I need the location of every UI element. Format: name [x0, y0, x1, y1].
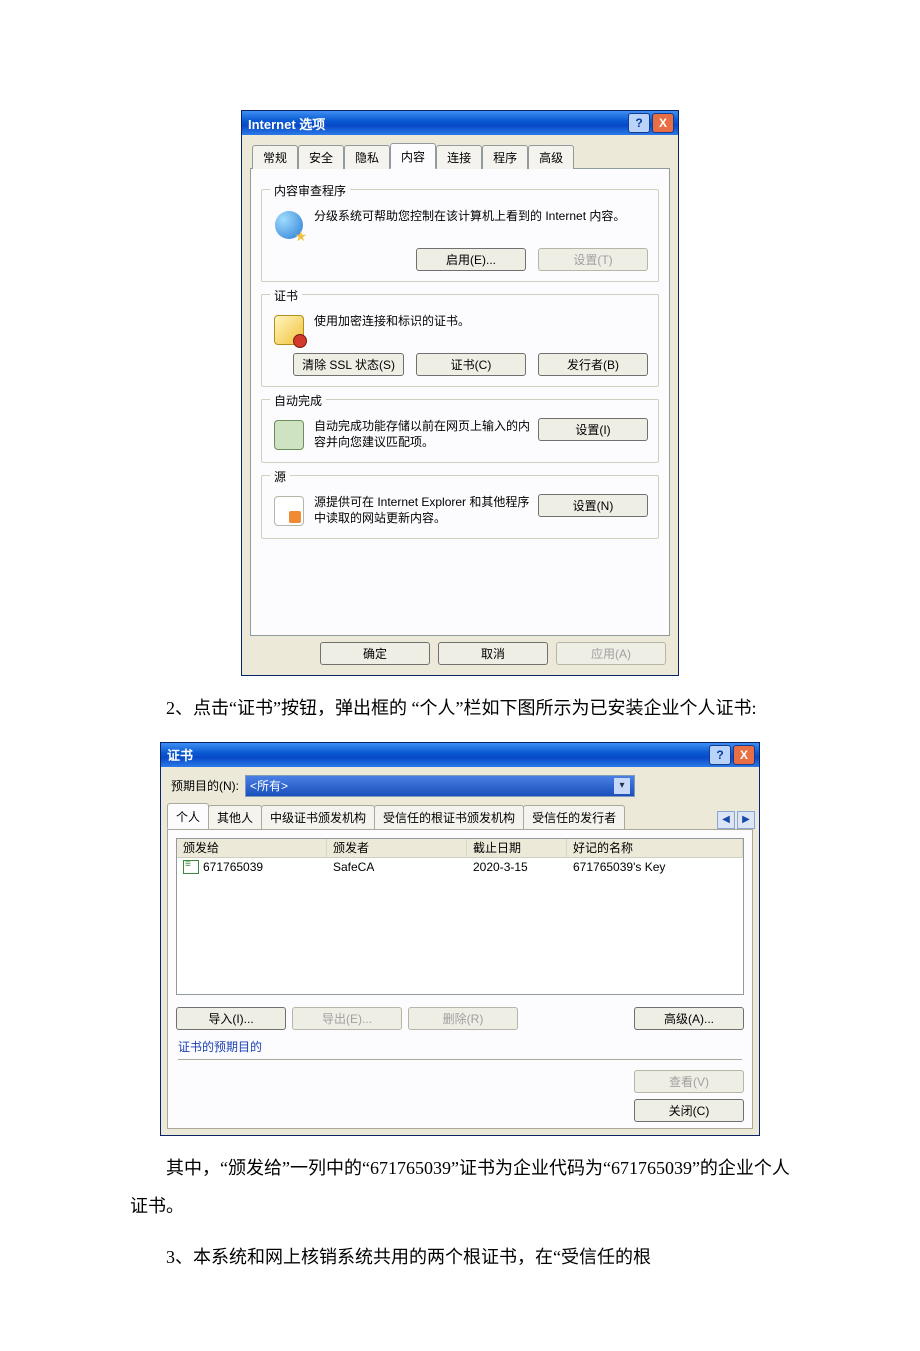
dialog1-title: Internet 选项 [248, 114, 325, 133]
tab-privacy[interactable]: 隐私 [344, 145, 390, 169]
dialog1-titlebar[interactable]: Internet 选项 ? X [242, 111, 678, 135]
tab-programs[interactable]: 程序 [482, 145, 528, 169]
feeds-settings-button[interactable]: 设置(N) [538, 494, 648, 517]
internet-options-dialog: Internet 选项 ? X 常规 安全 隐私 内容 连接 程序 高级 内容审… [241, 110, 679, 676]
autocomplete-legend: 自动完成 [270, 392, 326, 409]
cert-panel: 颁发给 颁发者 截止日期 好记的名称 671765039 SafeCA 2020… [167, 829, 753, 1129]
certificates-dialog: 证书 ? X 预期目的(N): <所有> ▾ 个人 其他人 中级证书颁发机构 受… [160, 742, 760, 1136]
certificate-icon [274, 315, 304, 345]
dialog2-title: 证书 [167, 745, 193, 764]
tab-general[interactable]: 常规 [252, 145, 298, 169]
advanced-button[interactable]: 高级(A)... [634, 1007, 744, 1030]
clear-ssl-button[interactable]: 清除 SSL 状态(S) [293, 353, 404, 376]
cert-tabs: 个人 其他人 中级证书颁发机构 受信任的根证书颁发机构 受信任的发行者 ◀ ▶ [161, 803, 759, 829]
cert-tab-intermediate[interactable]: 中级证书颁发机构 [261, 805, 375, 829]
certificates-legend: 证书 [270, 287, 302, 304]
col-issuer[interactable]: 颁发者 [327, 839, 467, 857]
feeds-group: 源 源提供可在 Internet Explorer 和其他程序中读取的网站更新内… [261, 475, 659, 539]
tab-security[interactable]: 安全 [298, 145, 344, 169]
cert-list-row[interactable]: 671765039 SafeCA 2020-3-15 671765039's K… [177, 858, 743, 876]
feeds-legend: 源 [270, 468, 290, 485]
tab-advanced[interactable]: 高级 [528, 145, 574, 169]
import-button[interactable]: 导入(I)... [176, 1007, 286, 1030]
col-expiry[interactable]: 截止日期 [467, 839, 567, 857]
purpose-row: 预期目的(N): <所有> ▾ [161, 767, 759, 801]
content-tabpage: 内容审查程序 分级系统可帮助您控制在该计算机上看到的 Internet 内容。 … [250, 168, 670, 636]
chevron-down-icon: ▾ [614, 778, 630, 794]
cell-issuer: SafeCA [327, 858, 467, 876]
cell-issued-to: 671765039 [203, 860, 263, 874]
globe-icon [275, 211, 303, 239]
feeds-desc: 源提供可在 Internet Explorer 和其他程序中读取的网站更新内容。 [314, 494, 530, 526]
autocomplete-desc: 自动完成功能存储以前在网页上输入的内容并向您建议匹配项。 [314, 418, 530, 450]
cert-tab-others[interactable]: 其他人 [208, 805, 262, 829]
close-button[interactable]: X [652, 113, 674, 133]
autocomplete-settings-button[interactable]: 设置(I) [538, 418, 648, 441]
content-advisor-desc: 分级系统可帮助您控制在该计算机上看到的 Internet 内容。 [314, 208, 648, 224]
dialog1-footer: 确定 取消 应用(A) [250, 636, 670, 667]
content-advisor-legend: 内容审查程序 [270, 182, 350, 199]
cell-expiry: 2020-3-15 [467, 858, 567, 876]
certificates-desc: 使用加密连接和标识的证书。 [314, 313, 648, 329]
apply-button: 应用(A) [556, 642, 666, 665]
col-friendly-name[interactable]: 好记的名称 [567, 839, 743, 857]
publishers-button[interactable]: 发行者(B) [538, 353, 648, 376]
enable-button[interactable]: 启用(E)... [416, 248, 526, 271]
close-dialog-button[interactable]: 关闭(C) [634, 1099, 744, 1122]
remove-button: 删除(R) [408, 1007, 518, 1030]
purpose-combo[interactable]: <所有> ▾ [245, 775, 635, 797]
view-button: 查看(V) [634, 1070, 744, 1093]
narrative-3: 3、本系统和网上核销系统共用的两个根证书，在“受信任的根 [130, 1239, 790, 1277]
help-button[interactable]: ? [628, 113, 650, 133]
autocomplete-group: 自动完成 自动完成功能存储以前在网页上输入的内容并向您建议匹配项。 设置(I) [261, 399, 659, 463]
cert-row-icon [183, 860, 199, 874]
cert-list-header: 颁发给 颁发者 截止日期 好记的名称 [177, 839, 743, 858]
ok-button[interactable]: 确定 [320, 642, 430, 665]
rss-icon [274, 496, 304, 526]
dialog2-close-button[interactable]: X [733, 745, 755, 765]
content-advisor-group: 内容审查程序 分级系统可帮助您控制在该计算机上看到的 Internet 内容。 … [261, 189, 659, 282]
content-settings-button: 设置(T) [538, 248, 648, 271]
dialog1-tabs: 常规 安全 隐私 内容 连接 程序 高级 [250, 143, 670, 169]
purpose-value: <所有> [250, 777, 288, 794]
autocomplete-icon [274, 420, 304, 450]
cell-friendly-name: 671765039's Key [567, 858, 743, 876]
certificates-group: 证书 使用加密连接和标识的证书。 清除 SSL 状态(S) 证书(C) 发行者(… [261, 294, 659, 387]
col-issued-to[interactable]: 颁发给 [177, 839, 327, 857]
dialog2-help-button[interactable]: ? [709, 745, 731, 765]
purpose-label: 预期目的(N): [171, 777, 239, 794]
dialog2-titlebar[interactable]: 证书 ? X [161, 743, 759, 767]
cert-list[interactable]: 颁发给 颁发者 截止日期 好记的名称 671765039 SafeCA 2020… [176, 838, 744, 995]
certificates-button[interactable]: 证书(C) [416, 353, 526, 376]
cert-tab-trusted-publishers[interactable]: 受信任的发行者 [523, 805, 625, 829]
narrative-2: 其中，“颁发给”一列中的“671765039”证书为企业代码为“67176503… [130, 1150, 790, 1226]
cert-tab-trusted-root[interactable]: 受信任的根证书颁发机构 [374, 805, 524, 829]
narrative-1: 2、点击“证书”按钮，弹出框的 “个人”栏如下图所示为已安装企业个人证书: [130, 690, 790, 728]
intended-purposes-label: 证书的预期目的 [168, 1034, 752, 1057]
cert-tab-personal[interactable]: 个人 [167, 803, 209, 829]
cancel-button[interactable]: 取消 [438, 642, 548, 665]
tab-scroll-right[interactable]: ▶ [737, 811, 755, 829]
tab-scroll-left[interactable]: ◀ [717, 811, 735, 829]
tab-connections[interactable]: 连接 [436, 145, 482, 169]
export-button: 导出(E)... [292, 1007, 402, 1030]
tab-content[interactable]: 内容 [390, 143, 436, 169]
